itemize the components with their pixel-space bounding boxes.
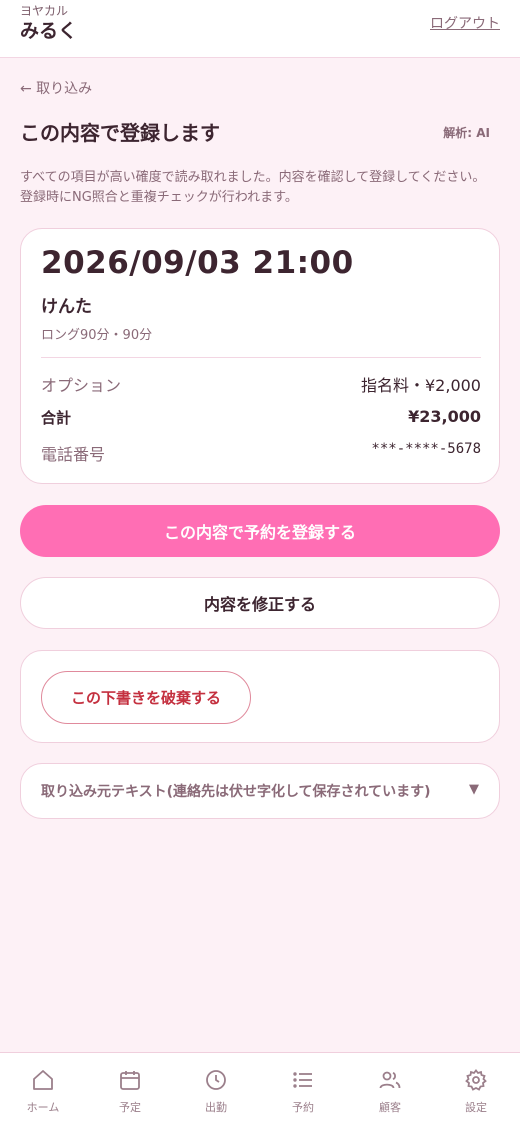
tab-schedule[interactable]: 予定	[87, 1053, 173, 1127]
option-value: 指名料・¥2,000	[361, 376, 481, 395]
discard-draft-button[interactable]: この下書きを破棄する	[41, 671, 251, 724]
tab-label: 予定	[119, 1101, 141, 1114]
card-divider	[41, 357, 481, 358]
course-info: ロング90分・90分	[41, 328, 153, 343]
phone-row: 電話番号 ***-****-5678	[41, 441, 481, 464]
phone-label: 電話番号	[41, 445, 106, 464]
tab-settings[interactable]: 設定	[433, 1053, 519, 1127]
calendar-icon	[120, 1071, 140, 1090]
tab-label: 設定	[465, 1101, 487, 1114]
edit-content-button[interactable]: 内容を修正する	[20, 577, 500, 629]
source-text-toggle[interactable]: 取り込み元テキスト(連絡先は伏せ字化して保存されています) ▼	[20, 763, 500, 819]
tab-home[interactable]: ホーム	[0, 1053, 86, 1127]
booking-summary-card: 2026/09/03 21:00 けんた ロング90分・90分 オプション 指名…	[20, 228, 500, 484]
tab-customers[interactable]: 顧客	[347, 1053, 433, 1127]
app-name: みるく	[20, 20, 78, 42]
discard-card: この下書きを破棄する	[20, 650, 500, 743]
home-icon	[33, 1070, 53, 1090]
register-booking-button[interactable]: この内容で予約を登録する	[20, 505, 500, 557]
page-title: この内容で登録します	[20, 121, 220, 145]
tab-label: 予約	[292, 1101, 314, 1114]
analysis-badge: 解析: AI	[443, 126, 490, 140]
total-value: ¥23,000	[408, 407, 481, 426]
users-icon	[379, 1071, 401, 1089]
page-description: すべての項目が高い確度で読み取れました。内容を確認して登録してください。 登録時…	[20, 170, 486, 205]
app-header: ヨヤカル みるく ログアウト	[0, 0, 520, 58]
tab-reservations[interactable]: 予約	[260, 1053, 346, 1127]
option-row: オプション 指名料・¥2,000	[41, 372, 481, 395]
phone-value: ***-****-5678	[371, 441, 481, 457]
tab-label: 顧客	[379, 1101, 401, 1114]
booking-datetime: 2026/09/03 21:00	[41, 245, 354, 281]
gear-icon	[465, 1069, 487, 1091]
source-text-label: 取り込み元テキスト(連絡先は伏せ字化して保存されています)	[41, 784, 431, 800]
list-icon	[293, 1072, 312, 1088]
chevron-down-icon: ▼	[469, 782, 479, 797]
back-link[interactable]: ← 取り込み	[20, 78, 92, 98]
tab-attendance[interactable]: 出勤	[173, 1053, 259, 1127]
total-row: 合計 ¥23,000	[41, 407, 481, 429]
tab-label: 出勤	[205, 1101, 227, 1114]
logout-link[interactable]: ログアウト	[430, 13, 500, 33]
total-label: 合計	[41, 409, 72, 427]
option-label: オプション	[41, 376, 122, 395]
tab-label: ホーム	[26, 1101, 60, 1114]
clock-icon	[206, 1070, 226, 1090]
bottom-tab-bar: ホーム 予定 出勤 予約 顧客 設定	[0, 1052, 520, 1127]
cast-name: けんた	[41, 297, 92, 317]
